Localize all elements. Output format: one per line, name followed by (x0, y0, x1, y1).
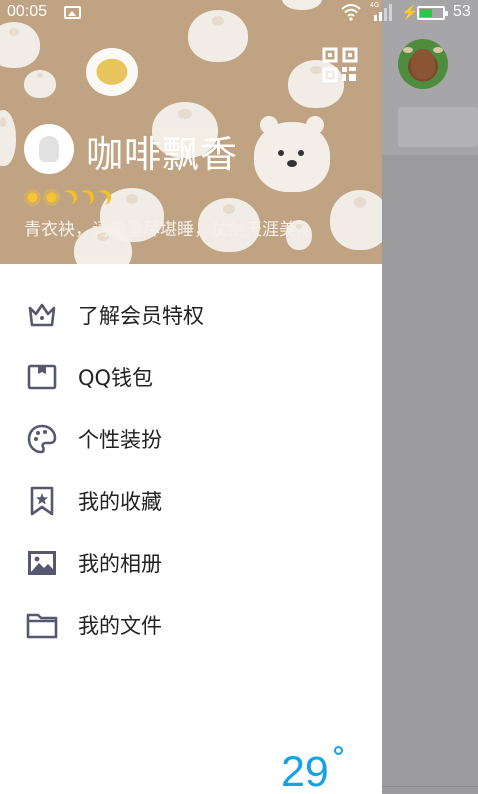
side-drawer: 咖啡飘香 青衣袂，词嘲墨尽堪睡，仗剑天涯美.. 了解会员特权 QQ钱包 个性装扮… (0, 0, 382, 794)
status-time: 00:05 (7, 3, 48, 20)
background-avatar (398, 39, 448, 89)
background-search-bar (398, 107, 478, 147)
menu-item-album[interactable]: 我的相册 (0, 535, 382, 591)
user-avatar[interactable] (24, 124, 74, 174)
bear-decoration (254, 116, 330, 192)
user-nickname[interactable]: 咖啡飘香 (86, 124, 238, 178)
bookmark-star-icon (30, 486, 54, 516)
moon-level-icon (59, 187, 79, 207)
degree-icon (334, 746, 343, 755)
user-signature[interactable]: 青衣袂，词嘲墨尽堪睡，仗剑天涯美.. (24, 215, 340, 240)
battery-percentage: 53 (453, 3, 471, 20)
moon-level-icon (93, 187, 113, 207)
sun-level-icon (43, 188, 60, 206)
wifi-icon (341, 4, 361, 21)
egg-decoration (86, 48, 138, 96)
menu-item-label: QQ钱包 (78, 366, 154, 390)
status-bar: 00:05 4G ⚡ 53 (0, 0, 478, 26)
menu-item-favorites[interactable]: 我的收藏 (0, 473, 382, 529)
menu-item-files[interactable]: 我的文件 (0, 597, 382, 653)
menu-item-label: 个性装扮 (78, 428, 162, 452)
menu-item-wallet[interactable]: QQ钱包 (0, 349, 382, 405)
palette-icon (27, 424, 57, 454)
dumpling-decoration (24, 70, 56, 98)
wallet-icon (27, 364, 57, 390)
cell-signal-icon: 4G (370, 2, 392, 21)
menu-item-theme[interactable]: 个性装扮 (0, 411, 382, 467)
menu-item-label: 我的收藏 (78, 490, 162, 514)
menu-item-label: 我的文件 (78, 614, 162, 638)
moon-level-icon (76, 187, 96, 207)
battery-icon (417, 6, 448, 20)
profile-header: 咖啡飘香 青衣袂，词嘲墨尽堪睡，仗剑天涯美.. (0, 0, 382, 264)
folder-icon (26, 613, 58, 639)
menu-item-label: 我的相册 (78, 552, 162, 576)
dumpling-decoration (0, 110, 16, 166)
menu-item-label: 了解会员特权 (78, 304, 204, 328)
weather-temperature[interactable]: 29 (281, 748, 329, 794)
sun-level-icon (24, 188, 41, 206)
image-notification-icon (64, 6, 81, 19)
network-type-label: 4G (370, 2, 380, 9)
image-icon (28, 551, 56, 575)
menu-item-vip[interactable]: 了解会员特权 (0, 287, 382, 343)
qq-level-badges[interactable] (24, 188, 111, 206)
background-divider (382, 786, 478, 787)
charging-icon: ⚡ (401, 4, 419, 20)
qr-code-icon[interactable] (322, 47, 358, 83)
crown-icon (28, 303, 56, 327)
dumpling-decoration (0, 22, 40, 68)
